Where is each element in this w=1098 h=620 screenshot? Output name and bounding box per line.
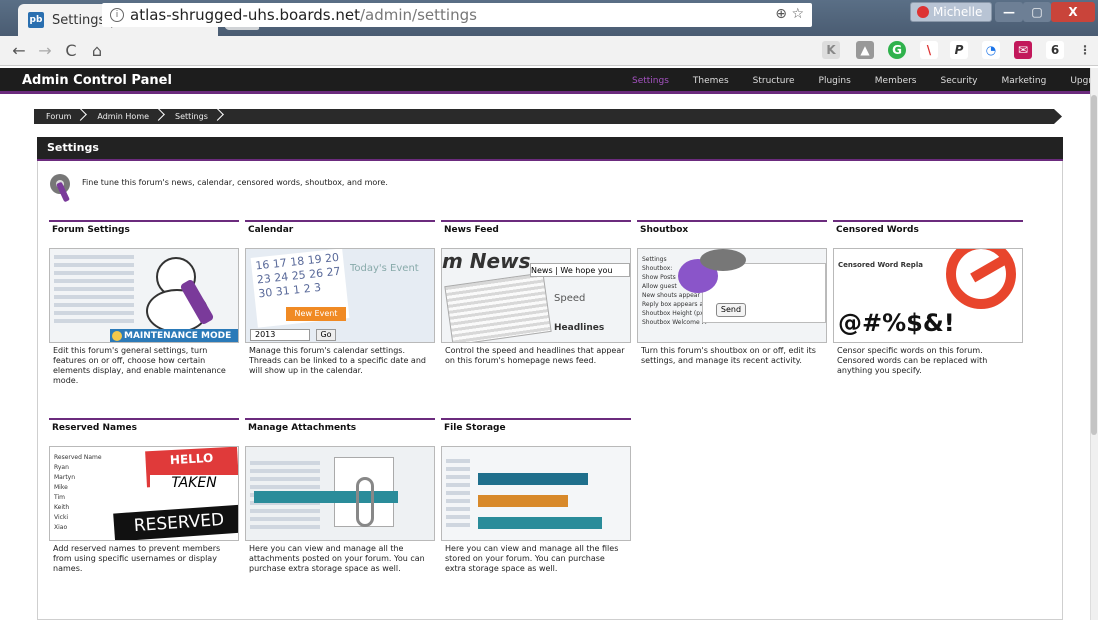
- card-title[interactable]: Manage Attachments: [245, 418, 435, 434]
- crumb-admin-home[interactable]: Admin Home: [85, 112, 163, 121]
- extension-k-icon[interactable]: K: [822, 41, 840, 59]
- extension-grammarly-icon[interactable]: G: [888, 41, 906, 59]
- reload-icon[interactable]: C: [58, 41, 84, 60]
- send-label: Send: [716, 303, 746, 317]
- headlines-label: Headlines: [554, 323, 605, 333]
- reserved-label: RESERVED: [113, 504, 238, 540]
- scroll-thumb[interactable]: [1091, 95, 1097, 435]
- card-forum-settings[interactable]: Forum Settings MAINTENANCE MODE Edit thi…: [49, 220, 239, 386]
- card-title[interactable]: News Feed: [441, 220, 631, 236]
- extension-gauge-icon[interactable]: ◔: [982, 41, 1000, 59]
- card-title[interactable]: Calendar: [245, 220, 435, 236]
- card-manage-attachments[interactable]: Manage Attachments Here you can view and…: [245, 418, 435, 574]
- card-reserved-names[interactable]: Reserved Names Reserved Name Ryan Martyn…: [49, 418, 239, 574]
- info-icon[interactable]: i: [110, 8, 124, 22]
- censored-symbols: @#%$&!: [838, 309, 955, 337]
- zoom-bookmark-icons[interactable]: ⊕ ☆: [775, 6, 804, 22]
- extension-p-icon[interactable]: P: [950, 41, 968, 59]
- attachments-thumbnail[interactable]: [245, 446, 435, 541]
- speed-label: Speed: [554, 293, 586, 304]
- extension-mail-icon[interactable]: ✉: [1014, 41, 1032, 59]
- card-title[interactable]: Censored Words: [833, 220, 1023, 236]
- breadcrumb: Forum Admin Home Settings: [34, 109, 1062, 124]
- panel-intro: Fine tune this forum's news, calendar, c…: [82, 178, 388, 187]
- storage-bar-1: [478, 473, 588, 485]
- crumb-forum[interactable]: Forum: [34, 112, 85, 121]
- card-file-storage[interactable]: File Storage Here you can view and manag…: [441, 418, 631, 574]
- card-title[interactable]: File Storage: [441, 418, 631, 434]
- year-select: 2013: [250, 329, 310, 341]
- forum-favicon-icon: pb: [28, 12, 44, 28]
- minimize-button[interactable]: —: [995, 2, 1023, 22]
- maximize-button[interactable]: ▢: [1023, 2, 1051, 22]
- card-desc: Here you can view and manage all the fil…: [445, 544, 619, 573]
- nav-members[interactable]: Members: [863, 68, 929, 94]
- extension-six-icon[interactable]: 6: [1046, 41, 1064, 59]
- home-icon[interactable]: ⌂: [84, 41, 110, 60]
- nav-plugins[interactable]: Plugins: [807, 68, 863, 94]
- forward-icon[interactable]: →: [32, 41, 58, 60]
- censored-words-thumbnail[interactable]: Censored Word Repla @#%$&!: [833, 248, 1023, 343]
- settings-gear-icon: [50, 174, 70, 202]
- extension-drive-icon[interactable]: ▲: [856, 41, 874, 59]
- card-desc: Manage this forum's calendar settings. T…: [249, 346, 426, 375]
- profile-name: Michelle: [933, 5, 983, 19]
- file-storage-thumbnail[interactable]: [441, 446, 631, 541]
- card-calendar[interactable]: Calendar 16 17 18 19 20 23 24 25 26 27 3…: [245, 220, 435, 376]
- reserved-names-thumbnail[interactable]: Reserved Name Ryan Martyn Mike Tim Keith…: [49, 446, 239, 541]
- panel-header: Settings: [37, 137, 1063, 161]
- calendar-thumbnail[interactable]: 16 17 18 19 20 23 24 25 26 27 30 31 1 2 …: [245, 248, 435, 343]
- forum-settings-thumbnail[interactable]: MAINTENANCE MODE: [49, 248, 239, 343]
- admin-bar: Admin Control Panel Settings Themes Stru…: [0, 68, 1098, 94]
- paperclip-icon: [356, 477, 374, 527]
- news-feed-thumbnail[interactable]: m News News | We hope you Speed Headline…: [441, 248, 631, 343]
- new-event-label: New Event: [286, 307, 346, 321]
- url-path: /admin/settings: [359, 6, 477, 24]
- nav-marketing[interactable]: Marketing: [989, 68, 1058, 94]
- nav-security[interactable]: Security: [929, 68, 990, 94]
- maintenance-badge: MAINTENANCE MODE: [110, 329, 238, 342]
- card-desc: Control the speed and headlines that app…: [445, 346, 625, 365]
- close-window-button[interactable]: X: [1051, 2, 1095, 22]
- panel-title: Settings: [47, 141, 99, 154]
- censor-table-head: Censored Word Repla: [838, 261, 923, 269]
- storage-bar-3: [478, 517, 602, 529]
- card-shoutbox[interactable]: Shoutbox Settings Shoutbox: Show Posts A…: [637, 220, 827, 366]
- shoutbox-thumbnail[interactable]: Settings Shoutbox: Show Posts Allow gues…: [637, 248, 827, 343]
- chat-bubble-gray-icon: [700, 249, 746, 271]
- extension-pen-icon[interactable]: \: [920, 41, 938, 59]
- card-desc: Here you can view and manage all the att…: [249, 544, 425, 573]
- no-sign-icon: [946, 249, 1016, 309]
- go-label: Go: [316, 329, 336, 341]
- taken-label: TAKEN: [150, 475, 238, 499]
- nav-structure[interactable]: Structure: [741, 68, 807, 94]
- url-input[interactable]: i atlas-shrugged-uhs.boards.net/admin/se…: [102, 3, 812, 27]
- storage-bar: [254, 491, 398, 503]
- card-news-feed[interactable]: News Feed m News News | We hope you Spee…: [441, 220, 631, 366]
- profile-button[interactable]: Michelle: [910, 2, 992, 22]
- back-icon[interactable]: ←: [6, 41, 32, 60]
- todays-event-label: Today's Event: [350, 263, 419, 274]
- card-desc: Edit this forum's general settings, turn…: [53, 346, 226, 385]
- nav-settings[interactable]: Settings: [620, 68, 681, 94]
- card-title[interactable]: Shoutbox: [637, 220, 827, 236]
- admin-title: Admin Control Panel: [22, 73, 172, 88]
- user-icon: [917, 6, 929, 18]
- card-desc: Add reserved names to prevent members fr…: [53, 544, 221, 573]
- card-desc: Censor specific words on this forum. Cen…: [837, 346, 988, 375]
- menu-icon[interactable]: ⋮: [1076, 41, 1094, 59]
- news-headline: m News: [442, 249, 531, 273]
- card-desc: Turn this forum's shoutbox on or off, ed…: [641, 346, 816, 365]
- crumb-settings[interactable]: Settings: [163, 112, 222, 121]
- newspaper-icon: [444, 272, 552, 342]
- storage-bar-2: [478, 495, 568, 507]
- nav-themes[interactable]: Themes: [681, 68, 741, 94]
- card-title[interactable]: Forum Settings: [49, 220, 239, 236]
- url-host: atlas-shrugged-uhs.boards.net: [130, 6, 360, 24]
- news-ticker: News | We hope you: [530, 263, 630, 277]
- card-title[interactable]: Reserved Names: [49, 418, 239, 434]
- admin-nav: Settings Themes Structure Plugins Member…: [620, 68, 1098, 94]
- reserved-name-list: Reserved Name Ryan Martyn Mike Tim Keith…: [54, 454, 102, 531]
- card-censored-words[interactable]: Censored Words Censored Word Repla @#%$&…: [833, 220, 1023, 376]
